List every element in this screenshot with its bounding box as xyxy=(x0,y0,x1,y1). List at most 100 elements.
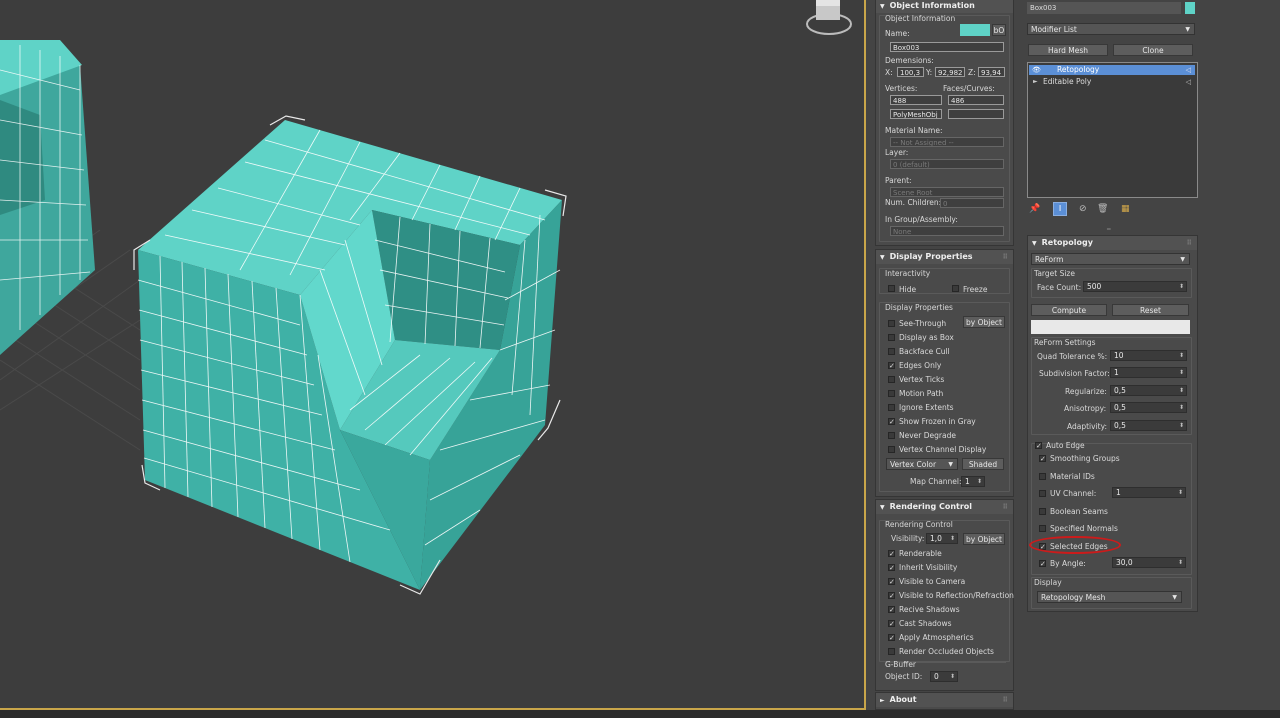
display-option-checkbox[interactable] xyxy=(888,376,895,383)
divider-handle-icon[interactable]: ═ xyxy=(1107,226,1111,233)
background-mesh-object[interactable] xyxy=(0,40,95,355)
group-assembly-label: In Group/Assembly: xyxy=(885,215,958,224)
map-channel-spinner[interactable]: 1 ⬍ xyxy=(961,476,985,487)
color-picker-button[interactable]: bO xyxy=(992,24,1006,36)
make-unique-icon[interactable]: ⊘ xyxy=(1079,204,1087,214)
render-option-checkbox[interactable]: ✓ xyxy=(888,620,895,628)
viewport[interactable] xyxy=(0,0,866,710)
about-rollout[interactable]: ► About ⠿ xyxy=(875,692,1014,710)
viewport-border-right xyxy=(864,0,866,710)
by-object-button[interactable]: by Object xyxy=(963,533,1005,545)
name-field[interactable]: Box003 xyxy=(890,42,1004,52)
display-option-checkbox[interactable] xyxy=(888,348,895,355)
uv-channel-spinner[interactable]: 1 ⬍ xyxy=(1112,487,1186,498)
object-id-value: 0 xyxy=(934,672,939,681)
face-count-spinner[interactable]: 500 ⬍ xyxy=(1083,281,1187,292)
configure-sets-icon[interactable]: ▦ xyxy=(1121,204,1130,214)
render-option-checkbox[interactable] xyxy=(888,648,895,655)
viewcube-icon[interactable] xyxy=(806,0,852,35)
about-header[interactable]: ► About ⠿ xyxy=(876,693,1013,707)
rollout-title: Retopology xyxy=(1041,238,1093,247)
expand-arrow-icon[interactable]: ► xyxy=(1033,77,1038,87)
material-ids-checkbox[interactable] xyxy=(1039,473,1046,480)
specified-normals-checkbox[interactable] xyxy=(1039,525,1046,532)
object-information-header[interactable]: ▼ Object Information xyxy=(876,0,1013,13)
render-option-checkbox[interactable]: ✓ xyxy=(888,550,895,558)
display-mode-dropdown[interactable]: Retopology Mesh ▼ xyxy=(1037,591,1182,603)
regularize-spinner[interactable]: 0,5 ⬍ xyxy=(1110,385,1187,396)
smoothing-groups-checkbox[interactable]: ✓ xyxy=(1039,455,1046,463)
render-option-checkbox[interactable]: ✓ xyxy=(888,592,895,600)
x-dimension-field[interactable]: 100,3 xyxy=(897,67,924,77)
adaptivity-spinner[interactable]: 0,5 ⬍ xyxy=(1110,420,1187,431)
vertex-color-dropdown[interactable]: Vertex Color ▼ xyxy=(886,458,958,470)
modifier-stack[interactable]: 👁 Retopology ◁ ► Editable Poly ◁ xyxy=(1027,62,1198,198)
object-name-field[interactable]: Box003 xyxy=(1027,2,1181,14)
boolean-seams-checkbox[interactable] xyxy=(1039,508,1046,515)
object-color-swatch[interactable] xyxy=(1185,2,1195,14)
modifier-toggle-icon[interactable]: ◁ xyxy=(1186,65,1191,75)
by-angle-checkbox[interactable]: ✓ xyxy=(1039,560,1046,568)
anisotropy-value: 0,5 xyxy=(1114,403,1126,412)
object-color-swatch[interactable] xyxy=(960,24,990,36)
z-dimension-field[interactable]: 93,94 xyxy=(978,67,1005,77)
visibility-spinner[interactable]: 1,0 ⬍ xyxy=(926,533,958,544)
stack-item-retopology[interactable]: 👁 Retopology ◁ xyxy=(1029,65,1195,75)
hide-checkbox[interactable] xyxy=(888,285,895,292)
show-end-result-icon[interactable]: Ⅰ xyxy=(1053,202,1067,216)
freeze-checkbox[interactable] xyxy=(952,285,959,292)
display-option-checkbox[interactable]: ✓ xyxy=(888,418,895,426)
visibility-label: Visibility: xyxy=(891,534,925,543)
modifier-toggle-icon[interactable]: ◁ xyxy=(1186,77,1191,87)
box003-mesh[interactable] xyxy=(133,115,567,595)
spinner-arrows-icon: ⬍ xyxy=(1178,422,1184,429)
viewport-scene[interactable] xyxy=(0,0,866,710)
display-option-checkbox[interactable] xyxy=(888,390,895,397)
adaptivity-label: Adaptivity: xyxy=(1067,422,1108,431)
object-properties-panel: ▼ Object Information Object Information N… xyxy=(869,0,1019,710)
retopology-header[interactable]: ▼ Retopology ⠿ xyxy=(1028,236,1197,250)
quad-tolerance-spinner[interactable]: 10 ⬍ xyxy=(1110,350,1187,361)
eye-icon[interactable]: 👁 xyxy=(1032,65,1041,75)
by-object-button[interactable]: by Object xyxy=(963,316,1005,328)
display-option-label: See-Through xyxy=(899,319,947,328)
spinner-arrows-icon: ⬍ xyxy=(949,673,955,680)
by-angle-value: 30,0 xyxy=(1116,558,1133,567)
display-option-checkbox[interactable] xyxy=(888,404,895,411)
hard-mesh-button[interactable]: Hard Mesh xyxy=(1028,44,1108,56)
anisotropy-spinner[interactable]: 0,5 ⬍ xyxy=(1110,402,1187,413)
render-option-checkbox[interactable]: ✓ xyxy=(888,564,895,572)
group-label: Display xyxy=(1034,578,1062,587)
regularize-label: Regularize: xyxy=(1065,387,1107,396)
auto-edge-checkbox[interactable]: ✓ xyxy=(1035,442,1042,450)
parent-field: Scene Root xyxy=(890,187,1004,197)
dimensions-label: Demensions: xyxy=(885,56,934,65)
display-option-checkbox[interactable] xyxy=(888,432,895,439)
display-option-checkbox[interactable] xyxy=(888,320,895,327)
remove-modifier-icon[interactable]: 🗑 xyxy=(1097,204,1108,214)
uv-channel-checkbox[interactable] xyxy=(1039,490,1046,497)
reset-button[interactable]: Reset xyxy=(1112,304,1189,316)
display-option-checkbox[interactable] xyxy=(888,446,895,453)
display-properties-header[interactable]: ▼ Display Properties ⠿ xyxy=(876,250,1013,264)
stack-item-editable-poly[interactable]: ► Editable Poly ◁ xyxy=(1029,77,1195,87)
render-option-checkbox[interactable]: ✓ xyxy=(888,606,895,614)
compute-button[interactable]: Compute xyxy=(1031,304,1107,316)
shaded-button[interactable]: Shaded xyxy=(962,458,1004,470)
subdivision-spinner[interactable]: 1 ⬍ xyxy=(1110,367,1187,378)
display-option-checkbox[interactable]: ✓ xyxy=(888,362,895,370)
mode-value: ReForm xyxy=(1035,255,1064,264)
retopology-mode-dropdown[interactable]: ReForm ▼ xyxy=(1031,253,1190,265)
render-option-label: Visible to Reflection/Refraction xyxy=(899,591,1014,600)
smoothing-groups-label: Smoothing Groups xyxy=(1050,454,1120,463)
render-option-checkbox[interactable]: ✓ xyxy=(888,578,895,586)
by-angle-spinner[interactable]: 30,0 ⬍ xyxy=(1112,557,1186,568)
modifier-list-dropdown[interactable]: Modifier List ▼ xyxy=(1027,23,1195,35)
clone-button[interactable]: Clone xyxy=(1113,44,1193,56)
display-option-checkbox[interactable] xyxy=(888,334,895,341)
render-option-checkbox[interactable]: ✓ xyxy=(888,634,895,642)
pin-stack-icon[interactable]: 📌 xyxy=(1029,204,1040,214)
y-dimension-field[interactable]: 92,982 xyxy=(935,67,965,77)
object-id-spinner[interactable]: 0 ⬍ xyxy=(930,671,958,682)
rendering-control-header[interactable]: ▼ Rendering Control ⠿ xyxy=(876,500,1013,514)
